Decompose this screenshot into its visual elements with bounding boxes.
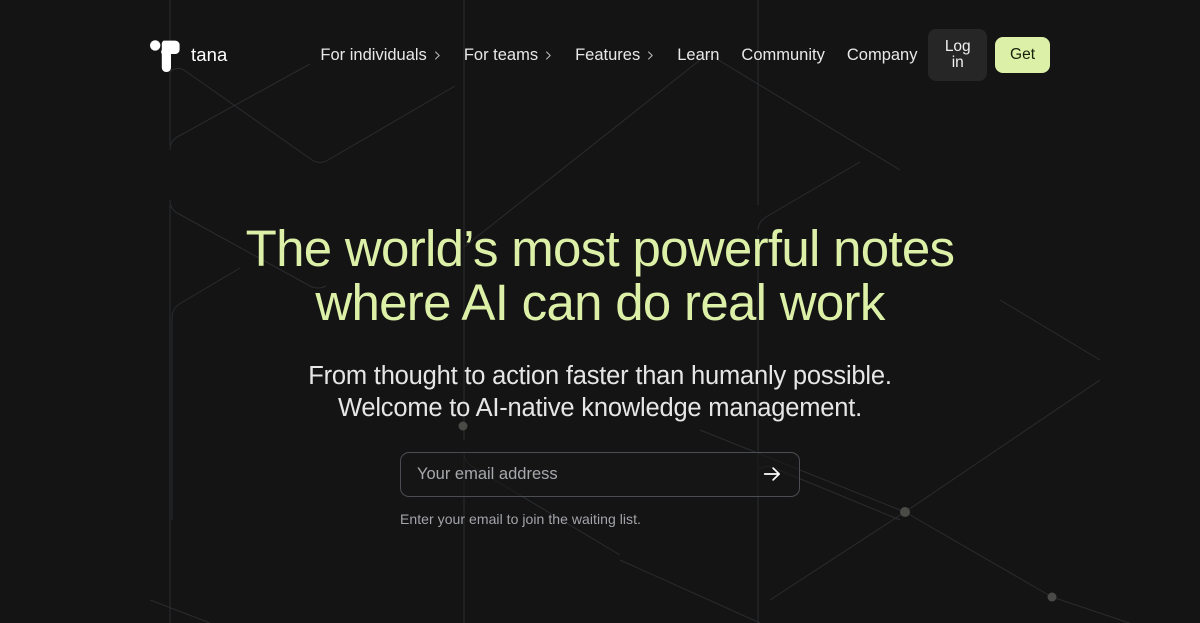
nav-item-for-teams[interactable]: For teams bbox=[453, 39, 564, 72]
login-button[interactable]: Log in bbox=[928, 29, 988, 81]
main-nav: For individuals For teams Features Learn… bbox=[309, 39, 928, 72]
chevron-right-icon bbox=[433, 50, 442, 60]
nav-item-label: For individuals bbox=[320, 45, 427, 64]
nav-item-features[interactable]: Features bbox=[564, 39, 666, 72]
nav-item-community[interactable]: Community bbox=[730, 39, 835, 72]
nav-item-label: Company bbox=[846, 45, 918, 64]
site-header: tana For individuals For teams Features … bbox=[0, 0, 1200, 110]
arrow-right-icon bbox=[763, 467, 780, 482]
tana-logo-icon bbox=[150, 40, 180, 72]
nav-item-label: Learn bbox=[677, 45, 720, 64]
chevron-right-icon bbox=[544, 50, 553, 60]
network-node-dot bbox=[900, 507, 910, 517]
brand-name: tana bbox=[191, 44, 228, 66]
page-subtitle: From thought to action faster than human… bbox=[308, 360, 892, 425]
page-title: The world’s most powerful notes where AI… bbox=[245, 220, 955, 332]
headline-line-2: where AI can do real work bbox=[315, 274, 885, 332]
network-node-dot bbox=[1047, 592, 1057, 602]
headline-line-1: The world’s most powerful notes bbox=[245, 220, 955, 277]
nav-item-label: Features bbox=[575, 45, 641, 64]
email-signup-form bbox=[400, 451, 800, 497]
submit-email-button[interactable] bbox=[759, 461, 785, 487]
nav-item-company[interactable]: Company bbox=[836, 39, 929, 72]
nav-item-learn[interactable]: Learn bbox=[666, 39, 730, 72]
brand-logo-link[interactable]: tana bbox=[150, 35, 227, 75]
chevron-right-icon bbox=[646, 50, 655, 60]
nav-item-label: Community bbox=[741, 45, 825, 64]
get-started-button[interactable]: Get bbox=[995, 36, 1050, 74]
email-field[interactable] bbox=[417, 452, 759, 496]
form-hint-text: Enter your email to join the waiting lis… bbox=[400, 510, 641, 527]
subtitle-line-2: Welcome to AI-native knowledge managemen… bbox=[337, 394, 863, 423]
nav-item-for-individuals[interactable]: For individuals bbox=[309, 39, 452, 72]
page-root: tana For individuals For teams Features … bbox=[0, 0, 1200, 623]
header-actions: Log in Get bbox=[928, 29, 1050, 81]
subtitle-line-1: From thought to action faster than human… bbox=[308, 362, 892, 391]
nav-item-label: For teams bbox=[463, 45, 539, 64]
